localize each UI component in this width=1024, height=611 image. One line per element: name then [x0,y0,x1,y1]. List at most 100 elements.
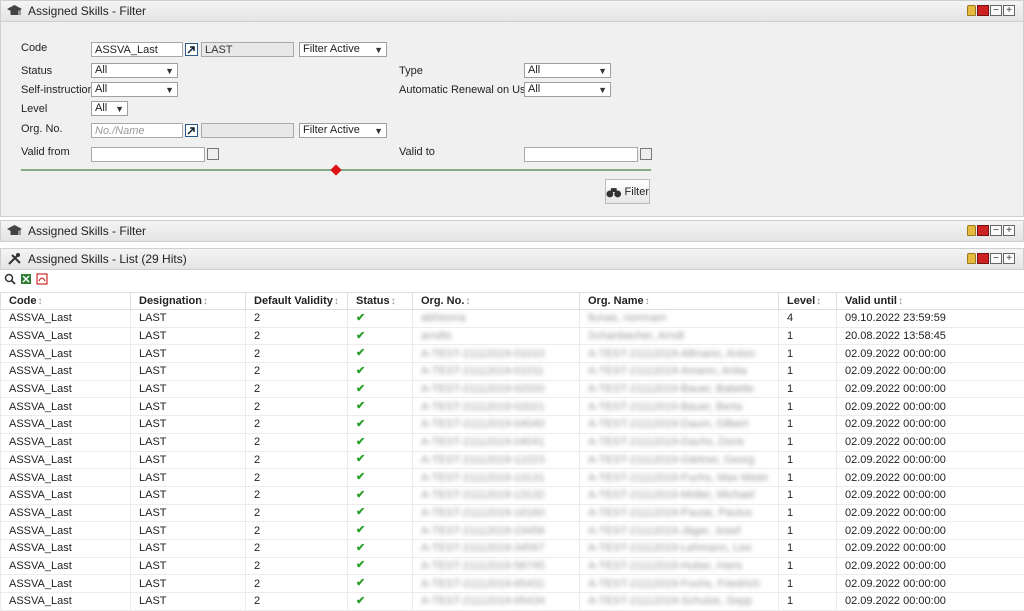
column-label: Level [787,295,816,307]
cell-code: ASSVA_Last [0,326,131,346]
column-header-org-no[interactable]: Org. No.↕ [412,292,580,310]
column-header-valid-until[interactable]: Valid until↕ [836,292,1024,310]
cell-default-validity: 2 [245,309,348,328]
sort-icon[interactable]: ↕ [203,296,208,307]
table-row[interactable]: ASSVA_Last LAST 2 ✔ A-TEST-21112019-34567 A-T… [0,538,1024,558]
table-row[interactable]: ASSVA_Last LAST 2 ✔ A-TEST-21112019-02021 A-T… [0,397,1024,417]
table-row[interactable]: ASSVA_Last LAST 2 ✔ A-TEST-21112019-16160 A-T… [0,503,1024,523]
org-lookup-icon[interactable] [185,124,198,137]
lock-icon[interactable] [967,225,976,236]
cell-org-name: A-TEST-21112019-Pause, Paulus [579,503,779,523]
column-header-status[interactable]: Status↕ [347,292,413,310]
cell-org-no: A-TEST-21112019-16160 [412,503,580,523]
sort-icon[interactable]: ↕ [391,296,396,307]
panel-title: Assigned Skills - Filter [28,224,147,238]
cell-level: 1 [778,344,837,364]
pdf-export-icon[interactable] [36,273,48,285]
sort-icon[interactable]: ↕ [645,296,650,307]
code-lookup-icon[interactable] [185,43,198,56]
cell-org-no: A-TEST-21112019-02020 [412,379,580,399]
record-icon[interactable] [977,5,989,16]
sort-icon[interactable]: ↕ [38,296,43,307]
list-panel-header: Assigned Skills - List (29 Hits) − + [0,248,1024,270]
table-row[interactable]: ASSVA_Last LAST 2 ✔ A-TEST-21112019-13131 A-T… [0,468,1024,487]
self-instruction-select[interactable]: All ▼ [91,82,178,97]
window-controls: − + [967,5,1015,16]
status-check-icon: ✔ [347,450,413,470]
cell-code: ASSVA_Last [0,592,131,611]
type-select[interactable]: All ▼ [524,63,611,78]
cell-org-name: Schanbacher, Arndt [579,326,779,346]
cell-org-no: A-TEST-21112019-04041 [412,432,580,452]
minimize-button[interactable]: − [990,225,1002,236]
column-header-designation[interactable]: Designation↕ [130,292,246,310]
table-row[interactable]: ASSVA_Last LAST 2 ✔ A-TEST-21112019-04041 A-T… [0,432,1024,452]
column-header-org-name[interactable]: Org. Name↕ [579,292,779,310]
table-row[interactable]: ASSVA_Last LAST 2 ✔ A-TEST-21112019-65434 A-T… [0,592,1024,611]
table-row[interactable]: ASSVA_Last LAST 2 ✔ A-TEST-21112019-23456 A-T… [0,521,1024,540]
filter-button[interactable]: Filter [605,179,650,204]
table-row[interactable]: ASSVA_Last LAST 2 ✔ A-TEST-21112019-04040 A-T… [0,415,1024,434]
cell-org-no: A-TEST-21112019-01011 [412,362,580,381]
cell-level: 4 [778,309,837,328]
level-select[interactable]: All ▼ [91,101,128,116]
sort-icon[interactable]: ↕ [465,296,470,307]
excel-export-icon[interactable] [20,273,32,285]
valid-to-input[interactable] [524,147,638,162]
cell-valid-until: 02.09.2022 00:00:00 [836,344,1024,364]
table-row[interactable]: ASSVA_Last LAST 2 ✔ A-TEST-21112019-02020 A-T… [0,379,1024,399]
table-row[interactable]: ASSVA_Last LAST 2 ✔ A-TEST-21112019-01011 A-T… [0,362,1024,381]
sort-icon[interactable]: ↕ [898,296,903,307]
renewal-value: All [528,83,541,95]
valid-from-input[interactable] [91,147,205,162]
skills-table: Code↕ Designation↕ Default Validity↕ Sta… [0,292,1024,611]
table-row[interactable]: ASSVA_Last LAST 2 ✔ abhisona ltunas, nomnam 4 0… [0,309,1024,328]
search-icon[interactable] [4,273,16,285]
cell-org-name: A-TEST-21112019-Fuchs, Max Meier [579,468,779,487]
cell-valid-until: 02.09.2022 00:00:00 [836,362,1024,381]
collapsed-filter-header[interactable]: Assigned Skills - Filter − + [0,220,1024,242]
table-row[interactable]: ASSVA_Last LAST 2 ✔ A-TEST-21112019-01010 A-T… [0,344,1024,364]
org-input[interactable]: No./Name [91,123,183,138]
lock-icon[interactable] [967,5,976,16]
cell-level: 1 [778,326,837,346]
calendar-icon[interactable] [207,148,219,160]
table-row[interactable]: ASSVA_Last LAST 2 ✔ arndts Schanbacher, Arndt… [0,326,1024,346]
org-filter-select[interactable]: Filter Active ▼ [299,123,387,138]
code-filter-select[interactable]: Filter Active ▼ [299,42,387,57]
table-row[interactable]: ASSVA_Last LAST 2 ✔ A-TEST-21112019-13132 A-T… [0,485,1024,505]
minimize-button[interactable]: − [990,5,1002,16]
cell-designation: LAST [130,450,246,470]
code-input[interactable]: ASSVA_Last [91,42,183,57]
cell-level: 1 [778,485,837,505]
status-check-icon: ✔ [347,326,413,346]
cell-valid-until: 02.09.2022 00:00:00 [836,415,1024,434]
cell-level: 1 [778,521,837,540]
sort-icon[interactable]: ↕ [334,296,339,307]
cell-org-no: A-TEST-21112019-34567 [412,538,580,558]
column-header-default-validity[interactable]: Default Validity↕ [245,292,348,310]
column-header-level[interactable]: Level↕ [778,292,837,310]
splitter-handle[interactable] [330,164,342,176]
minimize-button[interactable]: − [990,253,1002,264]
table-row[interactable]: ASSVA_Last LAST 2 ✔ A-TEST-21112019-56745 A-T… [0,556,1024,576]
record-icon[interactable] [977,225,989,236]
status-label: Status [21,65,53,77]
calendar-icon[interactable] [640,148,652,160]
column-header-code[interactable]: Code↕ [0,292,131,310]
maximize-button[interactable]: + [1003,253,1015,264]
maximize-button[interactable]: + [1003,225,1015,236]
column-label: Org. No. [421,295,465,307]
record-icon[interactable] [977,253,989,264]
status-select[interactable]: All ▼ [91,63,178,78]
table-row[interactable]: ASSVA_Last LAST 2 ✔ A-TEST-21112019-65431 A-T… [0,574,1024,593]
org-label: Org. No. [21,123,63,135]
renewal-select[interactable]: All ▼ [524,82,611,97]
maximize-button[interactable]: + [1003,5,1015,16]
lock-icon[interactable] [967,253,976,264]
cell-default-validity: 2 [245,344,348,364]
cell-org-name: A-TEST-21112019-Huber, Hans [579,556,779,576]
table-row[interactable]: ASSVA_Last LAST 2 ✔ A-TEST-21112019-12223 A-T… [0,450,1024,470]
cell-org-no: A-TEST-21112019-23456 [412,521,580,540]
sort-icon[interactable]: ↕ [816,296,821,307]
